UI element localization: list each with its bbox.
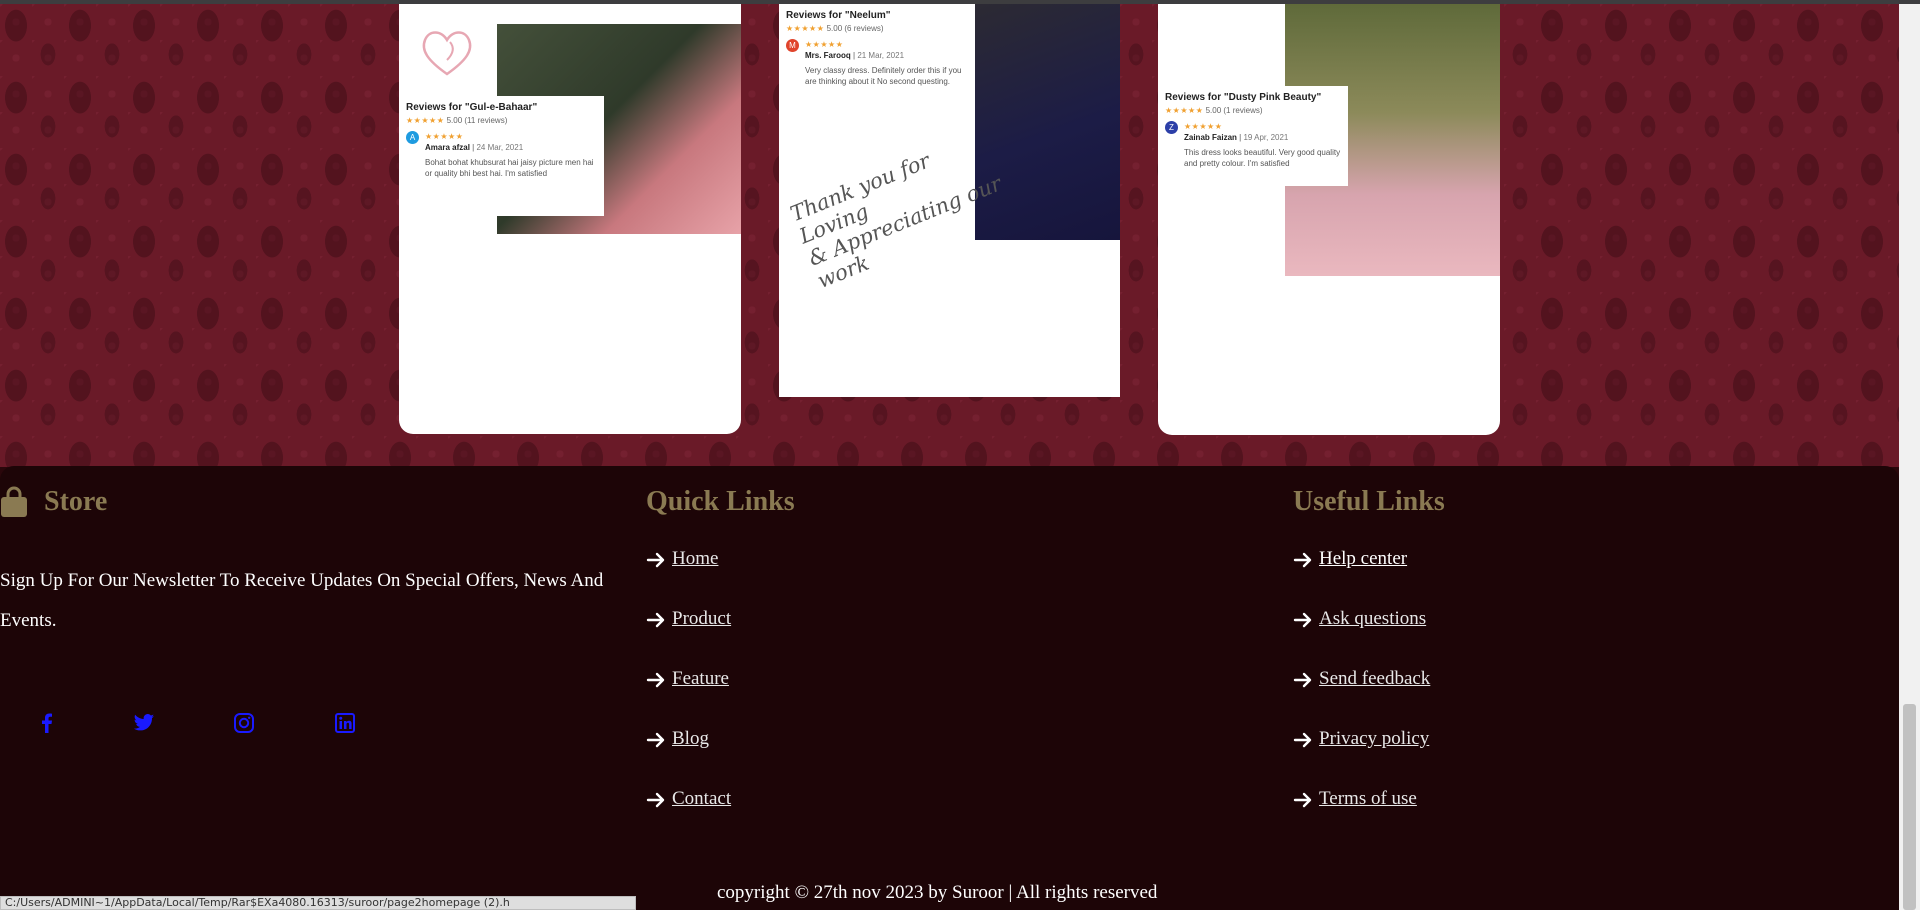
review-date: 21 Mar, 2021 [857, 51, 905, 60]
review-snippet: Reviews for "Dusty Pink Beauty" ★★★★★ 5.… [1158, 86, 1348, 186]
star-rating-icon: ★★★★★ [406, 116, 445, 125]
instagram-icon[interactable] [233, 712, 255, 734]
review-text: Bohat bohat khubsurat hai jaisy picture … [425, 158, 594, 178]
arrow-right-icon [1293, 732, 1312, 748]
review-title: Reviews for "Dusty Pink Beauty" [1165, 92, 1322, 103]
review-body: ★★★★★ Mrs. Farooq | 21 Mar, 2021 Very cl… [805, 39, 968, 87]
review-author: Mrs. Farooq [805, 51, 851, 60]
star-rating-icon: ★★★★★ [1184, 122, 1223, 131]
list-item: Home [646, 548, 731, 608]
quick-links-title: Quick Links [646, 486, 795, 517]
list-item: Terms of use [1293, 788, 1430, 848]
star-rating-icon: ★★★★★ [1165, 106, 1204, 115]
useful-links-title: Useful Links [1293, 486, 1445, 517]
list-item: Contact [646, 788, 731, 848]
review-author: Zainab Faizan [1184, 133, 1237, 142]
heart-outline-icon [422, 31, 472, 76]
list-item: Blog [646, 728, 731, 788]
arrow-right-icon [646, 792, 665, 808]
footer-link-blog[interactable]: Blog [672, 728, 709, 750]
review-text: Very classy dress. Definitely order this… [805, 66, 962, 86]
avatar: M [786, 39, 799, 52]
page-scrollbar[interactable] [1899, 4, 1920, 910]
footer-link-ask-questions[interactable]: Ask questions [1319, 608, 1426, 630]
review-card-neelum[interactable]: Reviews for "Neelum" ★★★★★ 5.00 (6 revie… [779, 4, 1120, 397]
review-date: 19 Apr, 2021 [1243, 133, 1289, 142]
list-item: Help center [1293, 548, 1430, 608]
list-item: Feature [646, 668, 731, 728]
site-footer: Store Sign Up For Our Newsletter To Rece… [0, 466, 1899, 910]
thank-you-note: Thank you for Loving & Appreciating our … [787, 148, 1005, 294]
star-rating-icon: ★★★★★ [805, 40, 844, 49]
arrow-right-icon [1293, 672, 1312, 688]
browser-status-bar: C:/Users/ADMINI~1/AppData/Local/Temp/Rar… [0, 896, 636, 910]
review-rating-text: 5.00 (11 reviews) [446, 116, 508, 125]
review-entry: Z ★★★★★ Zainab Faizan | 19 Apr, 2021 Thi… [1158, 115, 1348, 169]
review-rating: ★★★★★ 5.00 (1 reviews) [1158, 103, 1348, 115]
footer-link-home[interactable]: Home [672, 548, 718, 570]
footer-link-feature[interactable]: Feature [672, 668, 729, 690]
star-rating-icon: ★★★★★ [786, 24, 825, 33]
footer-link-send-feedback[interactable]: Send feedback [1319, 668, 1430, 690]
useful-links-list: Help center Ask questions Send feedback … [1293, 548, 1430, 848]
star-rating-icon: ★★★★★ [425, 132, 464, 141]
review-card-dusty-pink-beauty[interactable]: Reviews for "Dusty Pink Beauty" ★★★★★ 5.… [1158, 4, 1500, 435]
list-item: Product [646, 608, 731, 668]
review-body: ★★★★★ Zainab Faizan | 19 Apr, 2021 This … [1184, 122, 1341, 168]
twitter-icon[interactable] [133, 712, 155, 734]
review-title: Reviews for "Neelum" [786, 10, 891, 21]
review-snippet: Reviews for "Neelum" ★★★★★ 5.00 (6 revie… [779, 4, 975, 126]
review-date: 24 Mar, 2021 [476, 143, 524, 152]
facebook-icon[interactable] [36, 712, 58, 734]
review-rating: ★★★★★ 5.00 (6 reviews) [779, 21, 975, 33]
review-snippet: Reviews for "Gul-e-Bahaar" ★★★★★ 5.00 (1… [399, 96, 604, 216]
linkedin-icon[interactable] [334, 712, 356, 734]
newsletter-text: Sign Up For Our Newsletter To Receive Up… [0, 570, 604, 631]
footer-link-terms-of-use[interactable]: Terms of use [1319, 788, 1417, 810]
avatar: Z [1165, 121, 1178, 134]
arrow-right-icon [646, 552, 665, 568]
review-entry: A ★★★★★ Amara afzal | 24 Mar, 2021 Bohat… [399, 125, 604, 179]
list-item: Privacy policy [1293, 728, 1430, 788]
footer-link-product[interactable]: Product [672, 608, 731, 630]
review-text: This dress looks beautiful. Very good qu… [1184, 148, 1341, 168]
store-heading: Store [0, 486, 107, 518]
arrow-right-icon [646, 672, 665, 688]
arrow-right-icon [1293, 612, 1312, 628]
review-title: Reviews for "Gul-e-Bahaar" [406, 102, 538, 113]
review-rating: ★★★★★ 5.00 (11 reviews) [399, 113, 604, 125]
copyright-text: copyright © 27th nov 2023 by Suroor | Al… [717, 882, 1158, 903]
review-entry: M ★★★★★ Mrs. Farooq | 21 Mar, 2021 Very … [779, 33, 975, 87]
scrollbar-thumb[interactable] [1903, 704, 1916, 910]
footer-link-contact[interactable]: Contact [672, 788, 731, 810]
arrow-right-icon [646, 612, 665, 628]
review-rating-text: 5.00 (1 reviews) [1205, 106, 1263, 115]
list-item: Ask questions [1293, 608, 1430, 668]
avatar: A [406, 131, 419, 144]
review-card-gul-e-bahaar[interactable]: Reviews for "Gul-e-Bahaar" ★★★★★ 5.00 (1… [399, 4, 741, 434]
review-body: ★★★★★ Amara afzal | 24 Mar, 2021 Bohat b… [425, 131, 597, 179]
list-item: Send feedback [1293, 668, 1430, 728]
review-rating-text: 5.00 (6 reviews) [826, 24, 884, 33]
footer-link-help-center[interactable]: Help center [1319, 548, 1407, 570]
arrow-right-icon [1293, 552, 1312, 568]
quick-links-list: Home Product Feature Blog Contact [646, 548, 731, 848]
shopping-bag-icon [1, 486, 27, 517]
store-title: Store [44, 486, 108, 517]
arrow-right-icon [646, 732, 665, 748]
arrow-right-icon [1293, 792, 1312, 808]
review-author: Amara afzal [425, 143, 470, 152]
footer-link-privacy-policy[interactable]: Privacy policy [1319, 728, 1429, 750]
